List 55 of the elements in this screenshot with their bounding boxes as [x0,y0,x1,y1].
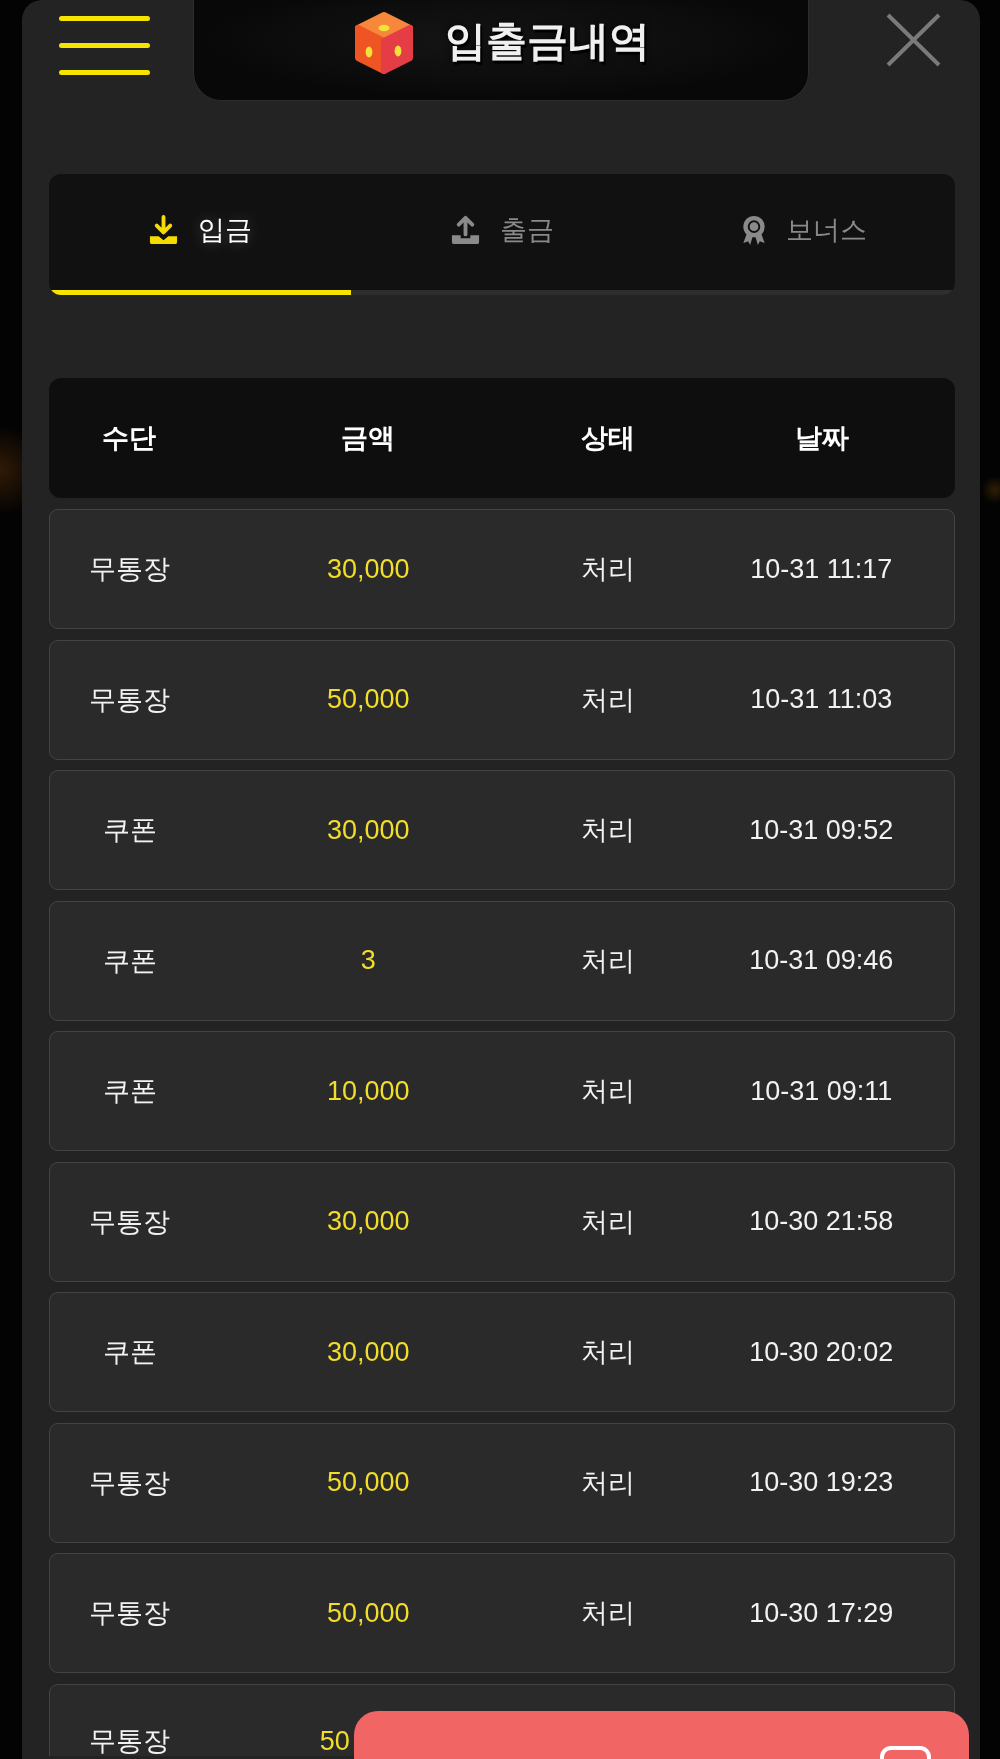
tab[interactable]: 출금 [351,174,653,295]
menu-button[interactable] [59,16,150,75]
payment-method-text: 무통장 [89,683,171,717]
amount-text: 50 [319,1725,350,1756]
page-title: 입출금내역 [444,16,650,66]
amount-text: 30,000 [327,1206,410,1237]
amount-text: 30,000 [327,1336,410,1368]
close-icon [886,13,941,67]
payment-method-text: 무통장 [89,1205,171,1239]
upload-icon [450,214,481,246]
date-text: 10-31 11:17 [750,553,893,585]
payment-method-text: 무통장 [89,1725,171,1756]
status-text: 처리 [580,944,635,978]
amount-text: 50,000 [327,1467,410,1498]
close-button[interactable] [886,13,941,67]
status-text: 처리 [580,1466,635,1500]
date-text: 10-30 19:23 [749,1467,894,1498]
amount-text: 30,000 [327,814,410,846]
status-text: 처리 [580,1597,635,1630]
tab[interactable]: 보너스 [653,174,955,295]
payment-method-text: 쿠폰 [102,814,157,847]
payment-method-text: 무통장 [89,1597,171,1630]
date-text: 10-31 09:11 [750,1075,893,1107]
status-text: 처리 [580,1336,635,1369]
award-icon [741,214,767,246]
amount-text: 30,000 [327,553,410,585]
date-text: 10-30 20:02 [749,1336,894,1368]
status-text: 처리 [580,683,635,717]
status-text: 처리 [580,1205,635,1239]
date-text: 10-31 11:03 [750,684,893,715]
payment-method-text: 무통장 [89,1466,171,1500]
tab[interactable]: 입금 [49,174,351,295]
menu-icon [59,16,150,75]
date-text: 10-31 09:46 [749,945,894,976]
date-text: 10-30 17:29 [749,1597,894,1629]
date-text: 10-31 09:52 [749,814,894,846]
column-header: 날짜 [795,422,849,455]
payment-method-text: 쿠폰 [102,1075,157,1108]
download-icon [148,214,179,246]
column-header: 상태 [581,422,635,455]
payment-method-text: 쿠폰 [102,1336,157,1369]
payment-method-text: 쿠폰 [102,944,157,978]
amount-text: 3 [360,945,376,976]
square-outline-icon [880,1746,931,1759]
amount-text: 50,000 [327,684,410,715]
column-header: 금액 [341,422,395,455]
amount-text: 50,000 [327,1597,410,1629]
column-header: 수단 [102,422,156,455]
status-text: 처리 [580,553,635,586]
amount-text: 10,000 [327,1075,410,1107]
dice-icon [352,10,415,76]
status-text: 처리 [580,814,635,847]
payment-method-text: 무통장 [89,553,171,586]
date-text: 10-30 21:58 [749,1206,894,1237]
status-text: 처리 [580,1075,635,1108]
